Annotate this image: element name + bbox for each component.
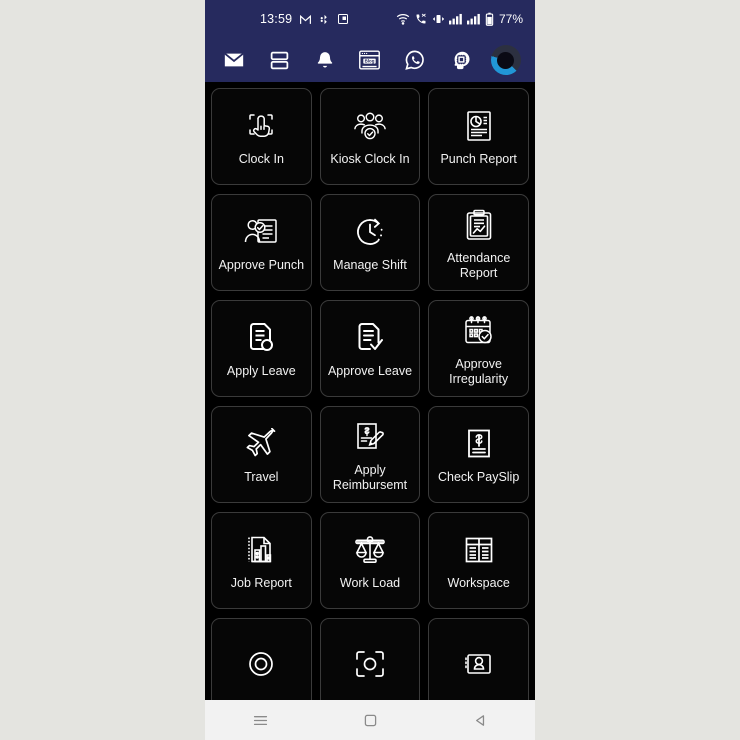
tile-approve-leave[interactable]: Approve Leave (319, 300, 421, 397)
report-chart-doc-icon (459, 106, 499, 146)
people-group-icon (350, 106, 390, 146)
tile-label: Workspace (447, 576, 510, 590)
tile-label: Check PaySlip (438, 470, 520, 484)
tile-attendance-report[interactable]: Attendance Report (428, 194, 529, 291)
tile-check-payslip[interactable]: Check PaySlip (428, 406, 529, 503)
back-button[interactable] (460, 705, 500, 735)
phone-screen: 13:59 77% Blog Clock In Kiosk Clock In P… (205, 0, 535, 740)
tile-apply-reimbursement[interactable]: Apply Reimbursemt (319, 406, 421, 503)
ai-head-icon[interactable] (446, 45, 476, 75)
table-grid-icon (459, 530, 499, 570)
tile-label: Approve Punch (218, 258, 305, 272)
tile-job-report[interactable]: Job Report (211, 512, 312, 609)
status-bar-right: 77% (396, 12, 523, 26)
tile-approve-irregularity[interactable]: Approve Irregularity (428, 300, 529, 397)
tile-grid-scroll[interactable]: Clock In Kiosk Clock In Punch Report App… (205, 82, 535, 700)
id-badge-icon (459, 644, 499, 684)
signal-1-icon (448, 13, 463, 25)
bell-icon[interactable] (310, 45, 340, 75)
blog-icon[interactable]: Blog (355, 45, 385, 75)
calendar-check-icon (459, 311, 499, 351)
tile-label: Travel (244, 470, 279, 484)
tile-label: Job Report (230, 576, 292, 590)
circle-partial-icon (241, 644, 281, 684)
tile-partial-2[interactable] (319, 618, 421, 700)
battery-percent: 77% (498, 12, 523, 26)
clock-arrow-icon (350, 212, 390, 252)
battery-icon (485, 12, 494, 26)
tile-kiosk-clock-in[interactable]: Kiosk Clock In (319, 88, 421, 185)
tile-manage-shift[interactable]: Manage Shift (319, 194, 421, 291)
fingerprint-touch-icon (241, 106, 281, 146)
tile-partial-3[interactable] (428, 618, 529, 700)
balance-scale-icon (350, 530, 390, 570)
status-bar-left: 13:59 (260, 12, 349, 26)
mail-icon[interactable] (219, 45, 249, 75)
tile-label: Work Load (339, 576, 401, 590)
tile-apply-leave[interactable]: Apply Leave (211, 300, 312, 397)
airplane-icon (241, 424, 281, 464)
dashboard-icon[interactable] (264, 45, 294, 75)
tile-label: Kiosk Clock In (330, 152, 410, 166)
tile-partial-1[interactable] (211, 618, 312, 700)
invoice-pen-icon (350, 417, 390, 457)
tile-workspace[interactable]: Workspace (428, 512, 529, 609)
document-circle-icon (241, 318, 281, 358)
tile-grid: Clock In Kiosk Clock In Punch Report App… (211, 88, 529, 700)
tile-approve-punch[interactable]: Approve Punch (211, 194, 312, 291)
whatsapp-icon[interactable] (400, 45, 430, 75)
missed-call-icon (414, 13, 428, 25)
screenshot-icon (337, 13, 349, 25)
tile-label: Punch Report (440, 152, 517, 166)
tile-label: Attendance Report (447, 250, 511, 280)
scan-camera-icon (350, 644, 390, 684)
clipboard-chart-icon (459, 205, 499, 245)
recents-button[interactable] (240, 705, 280, 735)
android-nav-bar (205, 700, 535, 740)
bar-chart-doc-icon (241, 530, 281, 570)
blog-label: Blog (365, 59, 375, 64)
tile-work-load[interactable]: Work Load (319, 512, 421, 609)
tile-label: Approve Leave (327, 364, 413, 378)
signal-2-icon (466, 13, 481, 25)
screenshot-root: 13:59 77% Blog Clock In Kiosk Clock In P… (0, 0, 740, 740)
person-approve-icon (241, 212, 281, 252)
tile-punch-report[interactable]: Punch Report (428, 88, 529, 185)
tile-label: Apply Leave (226, 364, 296, 378)
payslip-dollar-icon (459, 424, 499, 464)
bluetooth-icon (319, 13, 330, 26)
status-bar: 13:59 77% (205, 0, 535, 38)
loading-spinner[interactable] (490, 45, 521, 75)
tile-label: Manage Shift (333, 258, 407, 272)
vibrate-icon (432, 13, 445, 25)
tile-label: Approve Irregularity (449, 356, 509, 386)
tile-label: Apply Reimbursemt (332, 462, 408, 492)
wifi-icon (396, 13, 410, 25)
app-nav-bar: Blog (205, 38, 535, 82)
document-check-icon (350, 318, 390, 358)
gmail-icon (299, 13, 312, 26)
home-button[interactable] (350, 705, 390, 735)
tile-clock-in[interactable]: Clock In (211, 88, 312, 185)
tile-label: Clock In (238, 152, 284, 166)
tile-travel[interactable]: Travel (211, 406, 312, 503)
status-clock: 13:59 (260, 12, 293, 26)
